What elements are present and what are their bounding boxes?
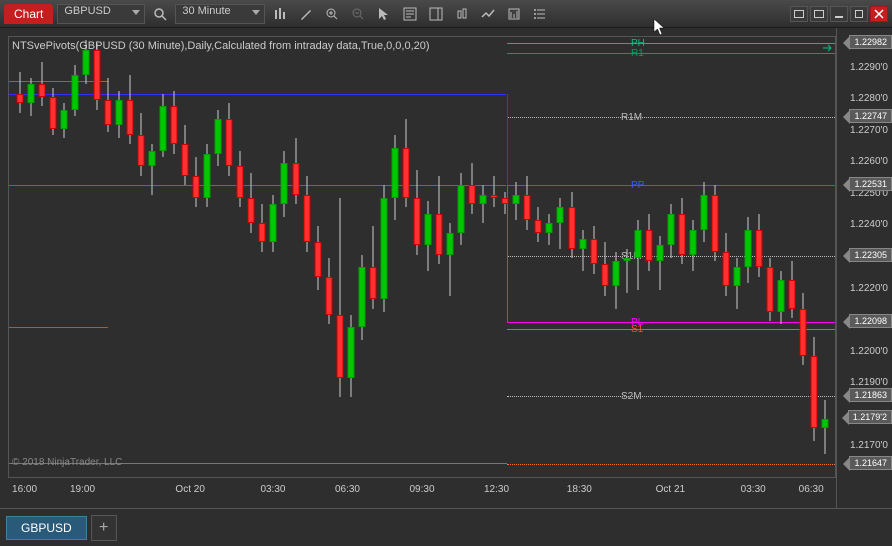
price-marker: 1.21863 [849,388,892,402]
pivot-label-r1m: R1M [621,112,642,123]
chart-container: NTSvePivots(GBPUSD (30 Minute),Daily,Cal… [0,28,892,508]
y-tick-label: 1.2290'0 [850,62,888,73]
pivot-label-pp: PP [631,180,644,191]
x-tick-label: 18:30 [567,484,592,495]
interval-dropdown[interactable]: 30 Minute [175,4,265,24]
y-tick-label: 1.2270'0 [850,125,888,136]
x-tick-label: 09:30 [409,484,434,495]
chart-style-icon[interactable] [451,3,473,25]
prev-pivot-line [9,94,506,95]
toolbar: Chart GBPUSD 30 Minute [0,0,892,28]
data-box-icon[interactable] [399,3,421,25]
pivot-label-s2m: S2M [621,391,642,402]
chart-mode-tab[interactable]: Chart [4,4,53,24]
copyright-label: © 2018 NinjaTrader, LLC [12,457,122,468]
maximize-icon[interactable] [850,6,868,22]
plot-area[interactable]: NTSvePivots(GBPUSD (30 Minute),Daily,Cal… [0,28,836,508]
pivot-line-r1 [507,53,835,54]
price-marker: 1.22305 [849,248,892,262]
chevron-down-icon [132,10,140,15]
cursor-icon[interactable] [373,3,395,25]
add-tab-button[interactable]: + [91,515,117,541]
chevron-down-icon [252,10,260,15]
price-marker: 1.21647 [849,456,892,470]
x-axis[interactable]: 16:00 19:00 Oct 20 03:30 06:30 09:30 12:30 18:3… [8,478,836,508]
x-tick-label: Oct 20 [175,484,204,495]
list-icon[interactable] [529,3,551,25]
pivot-line-s2m [507,396,835,397]
pivot-line-ph [507,43,835,44]
indicators-icon[interactable] [269,3,291,25]
x-tick-label: 16:00 [12,484,37,495]
price-marker: 1.2179'2 [848,410,892,424]
pivot-line-s2 [507,464,835,465]
interval-value: 30 Minute [182,5,230,17]
window-button-2[interactable] [810,6,828,22]
x-tick-label: 12:30 [484,484,509,495]
price-marker: 1.22747 [849,109,892,123]
y-axis[interactable]: 1.2290'01.2280'01.2270'01.2260'01.2250'0… [836,28,892,508]
price-marker: 1.22098 [849,314,892,328]
search-icon[interactable] [149,3,171,25]
pivot-line-r1m [507,117,835,118]
pivot-line-pp [507,185,835,186]
window-controls [790,6,888,22]
y-tick-label: 1.2190'0 [850,377,888,388]
strategies-icon[interactable] [477,3,499,25]
pivot-step-line [507,185,508,321]
tab-gbpusd[interactable]: GBPUSD [6,516,87,540]
y-tick-label: 1.2200'0 [850,346,888,357]
prev-pivot-line [9,327,108,328]
zoom-in-icon[interactable] [321,3,343,25]
x-tick-label: 03:30 [741,484,766,495]
y-tick-label: 1.2240'0 [850,219,888,230]
bottom-tabs: GBPUSD + [0,508,892,546]
symbol-value: GBPUSD [64,5,110,17]
x-tick-label: 06:30 [799,484,824,495]
y-tick-label: 1.2280'0 [850,93,888,104]
price-marker: 1.22531 [849,177,892,191]
chart-trader-icon[interactable] [425,3,447,25]
pivot-label-s1: S1 [631,324,643,335]
minimize-icon[interactable] [830,6,848,22]
price-marker: 1.22982 [849,35,892,49]
arrow-right-icon [823,39,833,57]
x-tick-label: 03:30 [260,484,285,495]
indicator-label: NTSvePivots(GBPUSD (30 Minute),Daily,Cal… [12,40,430,52]
close-icon[interactable] [870,6,888,22]
pivot-line-s1 [507,329,835,330]
pivot-line-pl [507,322,835,323]
properties-icon[interactable] [503,3,525,25]
draw-icon[interactable] [295,3,317,25]
y-tick-label: 1.2170'0 [850,440,888,451]
x-tick-label: Oct 21 [656,484,685,495]
y-tick-label: 1.2260'0 [850,156,888,167]
zoom-out-icon[interactable] [347,3,369,25]
plot-inner[interactable]: PHR1R1MPPS1MPLS1S2M [8,36,836,478]
pivot-step-line [507,94,508,185]
y-tick-label: 1.2220'0 [850,283,888,294]
x-tick-label: 19:00 [70,484,95,495]
prev-pivot-line [9,185,506,186]
pivot-label-r1: R1 [631,48,644,59]
x-tick-label: 06:30 [335,484,360,495]
window-button-1[interactable] [790,6,808,22]
symbol-dropdown[interactable]: GBPUSD [57,4,145,24]
